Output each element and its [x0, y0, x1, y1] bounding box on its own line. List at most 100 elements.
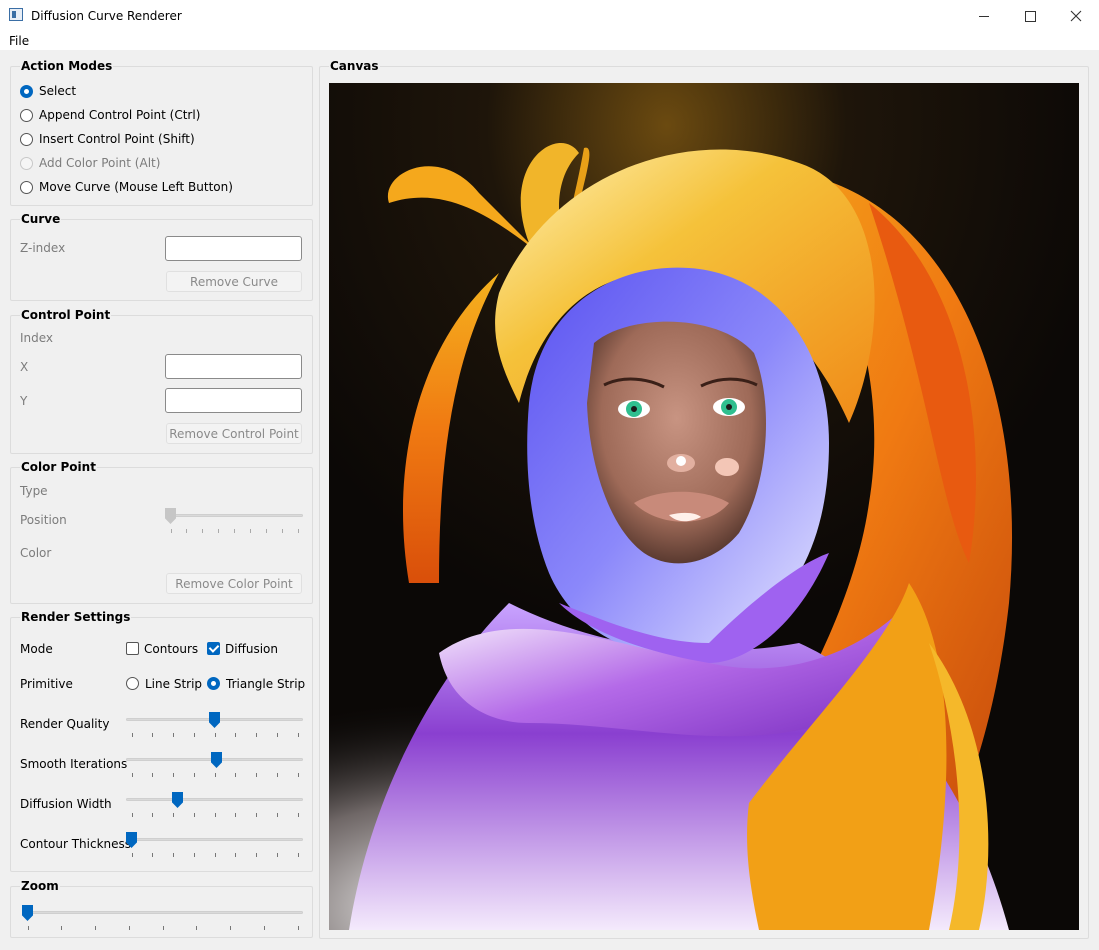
- close-button[interactable]: [1053, 0, 1099, 32]
- slider-tick: [152, 733, 153, 737]
- slider-tick: [194, 773, 195, 777]
- slider-handle[interactable]: [126, 832, 137, 848]
- slider-tick: [298, 529, 299, 533]
- radio-select-label: Select: [39, 84, 77, 98]
- slider-tick: [277, 733, 278, 737]
- slider-tick: [235, 813, 236, 817]
- contour-thickness-slider[interactable]: [126, 832, 303, 858]
- zoom-slider[interactable]: [22, 905, 303, 931]
- diffusion-width-label: Diffusion Width: [20, 797, 112, 811]
- zoom-title: Zoom: [20, 879, 60, 893]
- slider-tick: [152, 853, 153, 857]
- slider-ticks: [126, 773, 303, 777]
- contours-label: Contours: [144, 642, 199, 656]
- radio-line-strip[interactable]: [126, 677, 139, 690]
- slider-tick: [173, 773, 174, 777]
- color-point-title: Color Point: [20, 460, 97, 474]
- render-quality-slider[interactable]: [126, 712, 303, 738]
- slider-tick: [129, 926, 130, 930]
- slider-tick: [218, 529, 219, 533]
- slider-tick: [234, 529, 235, 533]
- y-input[interactable]: [165, 388, 302, 413]
- slider-ticks: [126, 853, 303, 857]
- slider-tick: [277, 773, 278, 777]
- slider-tick: [132, 813, 133, 817]
- radio-select[interactable]: [20, 85, 33, 98]
- z-index-input[interactable]: [165, 236, 302, 261]
- primitive-label: Primitive: [20, 677, 73, 691]
- radio-move-curve[interactable]: [20, 181, 33, 194]
- slider-handle[interactable]: [211, 752, 222, 768]
- slider-tick: [171, 529, 172, 533]
- slider-tick: [152, 773, 153, 777]
- remove-control-point-button[interactable]: Remove Control Point: [166, 423, 302, 444]
- position-slider[interactable]: [165, 508, 303, 534]
- radio-add-color-point[interactable]: [20, 157, 33, 170]
- slider-handle[interactable]: [22, 905, 33, 921]
- slider-tick: [132, 733, 133, 737]
- app-icon: [9, 8, 23, 21]
- slider-tick: [256, 813, 257, 817]
- triangle-strip-label: Triangle Strip: [226, 677, 306, 691]
- slider-tick: [215, 813, 216, 817]
- maximize-button[interactable]: [1007, 0, 1053, 32]
- slider-tick: [298, 733, 299, 737]
- slider-track[interactable]: [165, 514, 303, 517]
- menu-file[interactable]: File: [9, 34, 29, 48]
- slider-handle[interactable]: [209, 712, 220, 728]
- window-title: Diffusion Curve Renderer: [31, 9, 182, 23]
- slider-tick: [277, 853, 278, 857]
- slider-track[interactable]: [126, 838, 303, 841]
- mode-label: Mode: [20, 642, 53, 656]
- type-label: Type: [20, 484, 48, 498]
- radio-triangle-strip[interactable]: [207, 677, 220, 690]
- slider-tick: [256, 733, 257, 737]
- control-point-title: Control Point: [20, 308, 112, 322]
- slider-tick: [215, 733, 216, 737]
- x-input[interactable]: [165, 354, 302, 379]
- slider-tick: [256, 853, 257, 857]
- slider-tick: [194, 813, 195, 817]
- slider-tick: [194, 733, 195, 737]
- render-quality-label: Render Quality: [20, 717, 110, 731]
- position-label: Position: [20, 513, 67, 527]
- slider-tick: [266, 529, 267, 533]
- action-modes-title: Action Modes: [20, 59, 114, 73]
- slider-tick: [235, 733, 236, 737]
- slider-tick: [256, 773, 257, 777]
- slider-tick: [163, 926, 164, 930]
- slider-ticks: [126, 733, 303, 737]
- radio-append-control-point[interactable]: [20, 109, 33, 122]
- close-icon: [1070, 10, 1082, 22]
- slider-track[interactable]: [22, 911, 303, 914]
- slider-handle[interactable]: [165, 508, 176, 524]
- smooth-iterations-slider[interactable]: [126, 752, 303, 778]
- diffusion-checkbox[interactable]: [207, 642, 220, 655]
- slider-tick: [186, 529, 187, 533]
- slider-tick: [28, 926, 29, 930]
- slider-tick: [173, 733, 174, 737]
- title-bar: Diffusion Curve Renderer: [0, 0, 1099, 32]
- minimize-button[interactable]: [961, 0, 1007, 32]
- contours-checkbox[interactable]: [126, 642, 139, 655]
- slider-tick: [194, 853, 195, 857]
- remove-curve-button[interactable]: Remove Curve: [166, 271, 302, 292]
- slider-tick: [230, 926, 231, 930]
- contour-thickness-label: Contour Thickness: [20, 837, 132, 851]
- slider-tick: [282, 529, 283, 533]
- radio-move-curve-label: Move Curve (Mouse Left Button): [39, 180, 233, 194]
- slider-tick: [202, 529, 203, 533]
- slider-tick: [132, 773, 133, 777]
- diffusion-width-slider[interactable]: [126, 792, 303, 818]
- slider-handle[interactable]: [172, 792, 183, 808]
- remove-color-point-button[interactable]: Remove Color Point: [166, 573, 302, 594]
- slider-tick: [235, 773, 236, 777]
- slider-tick: [277, 813, 278, 817]
- slider-track[interactable]: [126, 798, 303, 801]
- radio-insert-control-point[interactable]: [20, 133, 33, 146]
- diffusion-canvas[interactable]: [329, 83, 1079, 930]
- minimize-icon: [979, 15, 989, 17]
- slider-tick: [196, 926, 197, 930]
- x-label: X: [20, 360, 29, 374]
- slider-ticks: [22, 926, 303, 930]
